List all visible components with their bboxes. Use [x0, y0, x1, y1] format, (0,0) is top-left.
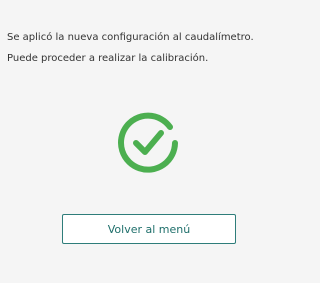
message-line-1: Se aplicó la nueva configuración al caud…: [7, 32, 254, 43]
back-to-menu-button[interactable]: Volver al menú: [62, 214, 236, 244]
confirmation-message: Se aplicó la nueva configuración al caud…: [7, 27, 289, 69]
check-circle-icon: [114, 109, 182, 177]
message-line-2: Puede proceder a realizar la calibración…: [7, 53, 209, 64]
